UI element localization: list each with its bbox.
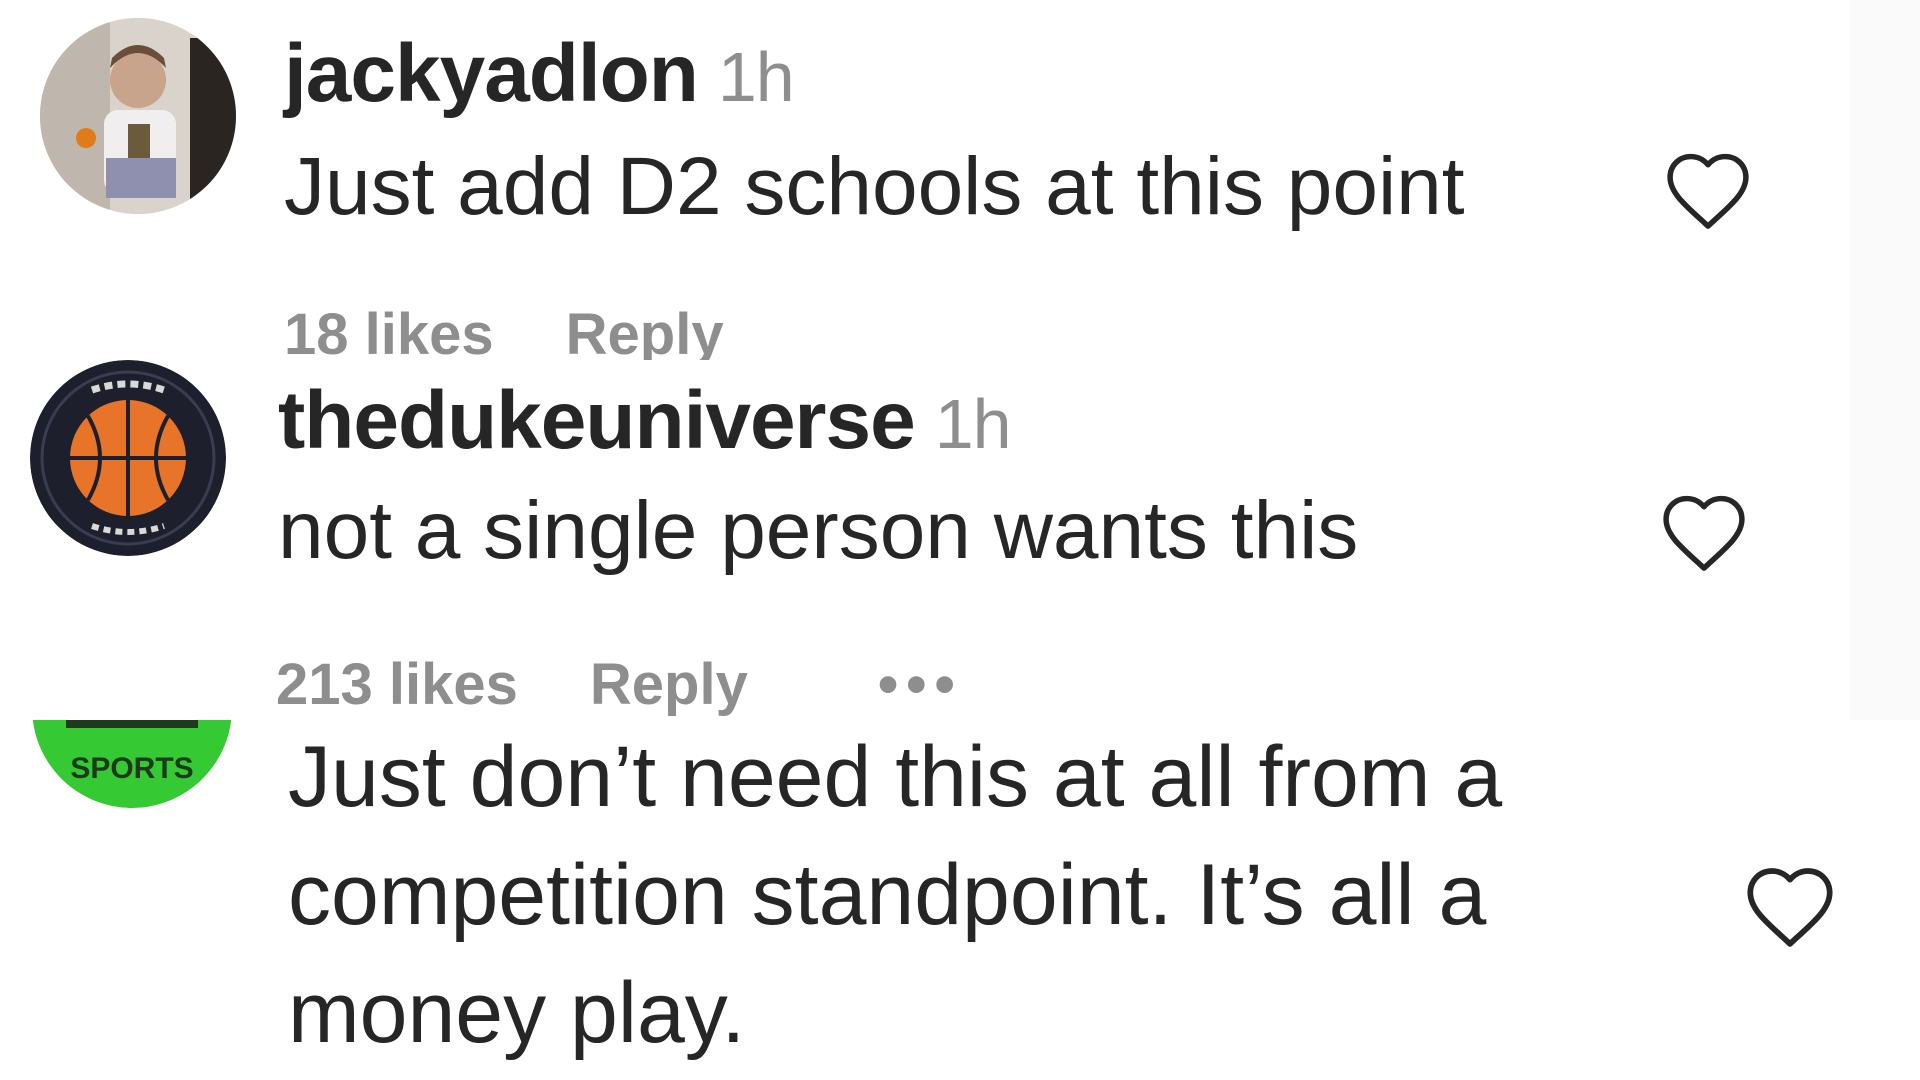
heart-outline-icon[interactable]: [1660, 146, 1756, 232]
comment-text-line: competition standpoint. It’s all a: [288, 847, 1487, 943]
comment-screenshot: jackyadlon 1h Just add D2 schools at this…: [0, 0, 1920, 1080]
comment-jackyadlon: jackyadlon 1h Just add D2 schools at this…: [0, 0, 1850, 360]
comment-username[interactable]: thedukeuniverse 1h: [278, 380, 1012, 463]
comment-text: Just add D2 schools at this point: [284, 141, 1465, 232]
reply-button[interactable]: Reply: [590, 656, 748, 714]
heart-outline-icon[interactable]: [1656, 488, 1752, 574]
comment-meta: 18 likes Reply: [284, 306, 724, 360]
comment-meta: 213 likes Reply •••: [276, 656, 963, 714]
reply-button[interactable]: Reply: [566, 306, 724, 360]
comments-panel-bottom: SPORTS Just don’t need this at all from …: [0, 720, 1920, 1080]
likes-count[interactable]: 18 likes: [284, 306, 494, 360]
sports-logo-label: SPORTS: [70, 752, 193, 785]
basketball-logo-icon: [30, 360, 226, 556]
avatar[interactable]: [40, 18, 236, 214]
scroll-gutter: [1850, 0, 1920, 720]
comment-text: not a single person wants this: [278, 485, 1359, 576]
comment-text-line: Just don’t need this at all from a: [288, 729, 1503, 825]
avatar[interactable]: [30, 360, 226, 556]
comment-thedukeuniverse: thedukeuniverse 1h not a single person wa…: [0, 360, 1850, 720]
username-text[interactable]: jackyadlon: [284, 28, 699, 119]
comment-text: Just don’t need this at all from a compe…: [288, 720, 1502, 1072]
comments-panel-top: jackyadlon 1h Just add D2 schools at this…: [0, 0, 1920, 720]
heart-outline-icon[interactable]: [1740, 860, 1840, 950]
more-options-icon[interactable]: •••: [878, 656, 963, 714]
comment-username[interactable]: jackyadlon 1h: [284, 33, 795, 116]
comment-time: 1h: [717, 38, 795, 116]
avatar[interactable]: SPORTS: [32, 720, 232, 808]
green-sports-logo-icon: SPORTS: [32, 720, 232, 808]
comment-sports: SPORTS Just don’t need this at all from …: [0, 720, 1920, 1080]
username-text[interactable]: thedukeuniverse: [278, 375, 916, 466]
comment-text-line: money play.: [288, 965, 746, 1061]
likes-count[interactable]: 213 likes: [276, 656, 518, 714]
user-photo-icon: [40, 18, 236, 214]
comment-time: 1h: [934, 385, 1012, 463]
